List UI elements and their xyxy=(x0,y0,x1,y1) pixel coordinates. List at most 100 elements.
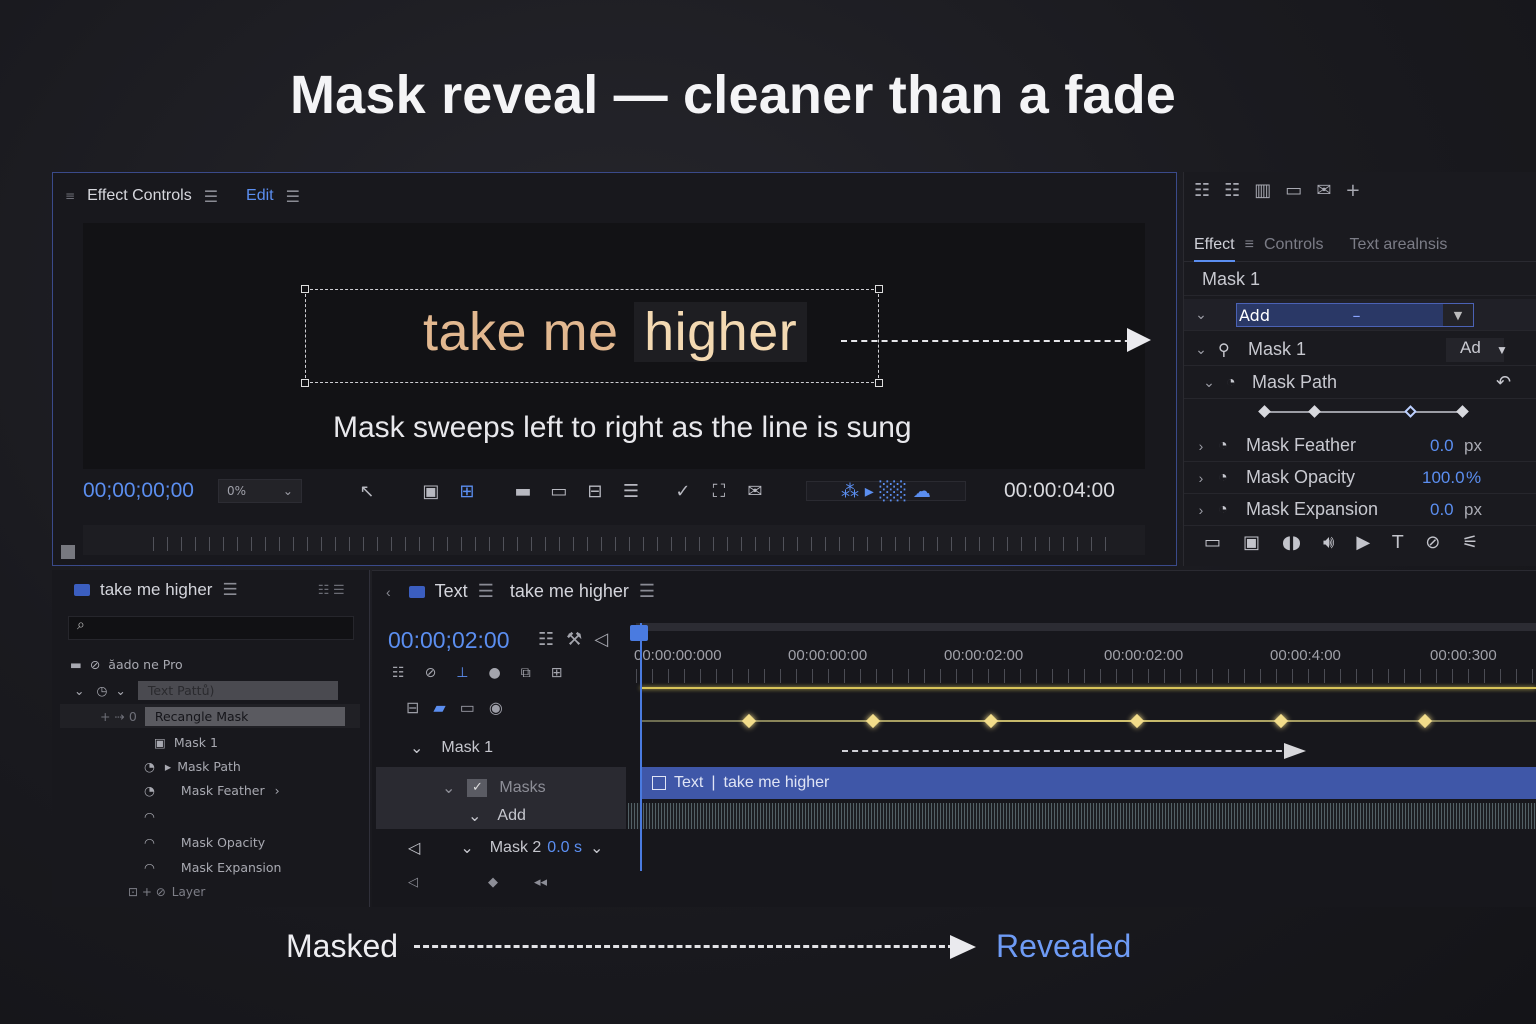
mask-mode-dropdown[interactable]: Add – ▼ xyxy=(1236,303,1474,327)
go-to-out-icon[interactable]: ☰ xyxy=(620,481,642,502)
project-row[interactable]: ⌄ ◷ ⌄ Text Pattů) xyxy=(74,678,374,702)
sequence-menu-icon[interactable]: ☰ xyxy=(639,581,655,602)
keyframe-nav-icon[interactable]: ◂◂ xyxy=(534,874,547,890)
keyframe[interactable] xyxy=(741,713,757,729)
project-title[interactable]: take me higher xyxy=(100,580,212,600)
stopwatch-icon[interactable]: ◔ xyxy=(1218,501,1240,519)
tab-edit[interactable]: Edit xyxy=(246,187,274,205)
lock-icon[interactable]: ⊟ xyxy=(406,698,419,718)
zoom-select[interactable]: 0% ⌄ xyxy=(217,479,302,503)
keyframe[interactable] xyxy=(865,713,881,729)
keyframe[interactable] xyxy=(1129,713,1145,729)
link-icon[interactable]: ⊘ xyxy=(1425,532,1440,553)
track-row-audio[interactable]: ◁ ◆ ◂◂ xyxy=(408,867,658,897)
edit-menu-icon[interactable]: ☰ xyxy=(286,187,300,206)
bar-chart-icon[interactable]: ▥ xyxy=(1254,180,1271,201)
monitor-icon[interactable]: ▭ xyxy=(1285,180,1302,201)
record-icon[interactable]: ● xyxy=(489,665,501,681)
mask-path-keyframe-track[interactable] xyxy=(1258,405,1469,418)
wrench-icon[interactable]: ⚒ xyxy=(566,629,582,650)
chevron-down-icon[interactable]: ⌄ xyxy=(115,683,125,698)
keyframe[interactable] xyxy=(1258,405,1271,418)
keyframe[interactable] xyxy=(1417,713,1433,729)
chevron-right-icon[interactable]: › xyxy=(1184,438,1218,454)
tab-effect[interactable]: Effect xyxy=(1194,236,1235,262)
timeline-tab-text[interactable]: Text xyxy=(435,581,468,602)
project-search-input[interactable]: ⌕ xyxy=(68,616,354,640)
audio-meter-strip[interactable]: ⁂ ▸ ░░ ☁ xyxy=(805,481,966,502)
timeline-timecode[interactable]: 00:00;02:00 xyxy=(388,627,510,654)
project-row[interactable]: ▬ ⊘ ăado ne Pro xyxy=(70,652,370,676)
timeline-ruler[interactable]: 00:00:00:000 00:00:00:00 00:00:02:00 00:… xyxy=(634,621,1536,683)
align-icon[interactable]: ☷ xyxy=(1194,180,1210,201)
mask-handle-bottom-left[interactable] xyxy=(301,379,309,387)
snap-icon[interactable]: ☷ xyxy=(538,629,554,650)
keyframe[interactable] xyxy=(983,713,999,729)
settings-sliders-icon[interactable]: ⚟ xyxy=(1462,532,1478,553)
speaker-icon[interactable]: ◁ xyxy=(408,874,418,890)
mask-feather-row[interactable]: › ◔ Mask Feather 0.0 px xyxy=(1184,430,1536,462)
safe-margins-icon[interactable]: ▣ xyxy=(420,481,442,502)
volume-icon[interactable]: 🔊︎ xyxy=(1323,532,1334,553)
tab-effect-controls[interactable]: Effect Controls xyxy=(87,187,192,205)
chevron-down-icon[interactable]: ⌄ xyxy=(460,838,473,858)
frame-icon[interactable]: ▣ xyxy=(1243,532,1260,553)
chevron-down-icon[interactable]: ⌄ xyxy=(1192,374,1226,391)
chevron-right-icon[interactable]: › xyxy=(275,783,280,798)
chevron-down-icon[interactable]: ⌄ xyxy=(410,738,423,758)
panel-grip-icon[interactable]: ≡ xyxy=(65,189,75,203)
timeline-keyframe-track[interactable] xyxy=(640,713,1536,729)
mask-handle-bottom-right[interactable] xyxy=(875,379,883,387)
chevron-down-icon[interactable]: ▼ xyxy=(1442,304,1473,326)
marker-icon[interactable]: ◁ xyxy=(594,629,608,650)
fullscreen-icon[interactable]: ⛶ xyxy=(708,481,730,502)
toggle-output-icon[interactable]: ▭ xyxy=(460,698,475,718)
checkmark-icon[interactable]: ✓ xyxy=(672,481,694,502)
mask-expansion-row[interactable]: › ◔ Mask Expansion 0.0 px xyxy=(1184,494,1536,526)
panel-menu-icon[interactable]: ☰ xyxy=(222,580,237,600)
distribute-icon[interactable]: ☷ xyxy=(1224,180,1240,201)
chevron-down-icon[interactable]: ⌄ xyxy=(590,838,603,858)
chevron-right-icon[interactable]: › xyxy=(1184,470,1218,486)
reset-icon[interactable]: ↶ xyxy=(1496,372,1511,393)
chevron-down-icon[interactable]: ▼ xyxy=(1496,343,1508,357)
mark-out-icon[interactable]: ▭ xyxy=(548,481,570,502)
current-timecode[interactable]: 00;00;00;00 xyxy=(83,479,194,503)
keyframe[interactable] xyxy=(1456,405,1469,418)
mask-expansion-value[interactable]: 0.0 xyxy=(1430,500,1454,520)
add-icon[interactable]: + xyxy=(1345,180,1360,201)
speaker-icon[interactable]: ◁ xyxy=(408,838,420,858)
keyframe[interactable] xyxy=(1273,713,1289,729)
mask-feather-value[interactable]: 0.0 xyxy=(1430,436,1454,456)
mask-opacity-row[interactable]: › ◔ Mask Opacity 100.0 % xyxy=(1184,462,1536,494)
export-frame-icon[interactable]: ✉ xyxy=(744,481,766,502)
stopwatch-icon[interactable]: ◔ xyxy=(1218,469,1240,487)
tab-menu-icon[interactable]: ☰ xyxy=(478,581,494,602)
add-marker-icon[interactable]: ⊞ xyxy=(456,481,478,502)
panel-menu-icon[interactable]: ☰ xyxy=(204,187,218,206)
audio-meter-icon[interactable]: ◖◗ xyxy=(1282,532,1301,553)
checkbox[interactable]: ✓ xyxy=(467,779,488,797)
timeline-sequence-name[interactable]: take me higher xyxy=(510,581,629,602)
tab-controls[interactable]: Controls xyxy=(1264,236,1324,254)
project-row-selected[interactable]: + ⇢ 0 Recangle Mask xyxy=(60,704,360,728)
track-row-mask1[interactable]: ⌄ Mask 1 xyxy=(410,733,660,763)
mail-icon[interactable]: ✉ xyxy=(1316,180,1331,201)
keyframe[interactable] xyxy=(1308,405,1321,418)
effect-controls-ruler[interactable] xyxy=(83,525,1145,555)
eye-icon[interactable]: ◉ xyxy=(489,698,503,718)
stopwatch-icon[interactable]: ◔ xyxy=(1218,437,1240,455)
track-row-mask2[interactable]: ◁ ⌄ Mask 2 0.0 s ⌄ xyxy=(408,833,658,863)
rectangle-icon[interactable]: ▭ xyxy=(1204,532,1221,553)
audio-waveform[interactable] xyxy=(628,803,1536,829)
play-icon[interactable]: ▶ xyxy=(1356,532,1370,553)
link-icon[interactable]: ⊘ xyxy=(425,665,437,681)
text-clip[interactable]: Text | take me higher xyxy=(640,767,1536,799)
chevron-down-icon[interactable]: ⌄ xyxy=(1184,341,1218,358)
folder-icon[interactable]: ▰ xyxy=(433,698,445,718)
keyframe-icon[interactable]: ◆ xyxy=(488,874,498,890)
chevron-down-icon[interactable]: ⌄ xyxy=(1184,306,1218,323)
chevron-left-icon[interactable]: ‹ xyxy=(386,584,391,600)
mask1-row[interactable]: ⌄ ⚲ Mask 1 Ad ▼ xyxy=(1184,334,1536,366)
chevron-right-icon[interactable]: › xyxy=(1184,502,1218,518)
